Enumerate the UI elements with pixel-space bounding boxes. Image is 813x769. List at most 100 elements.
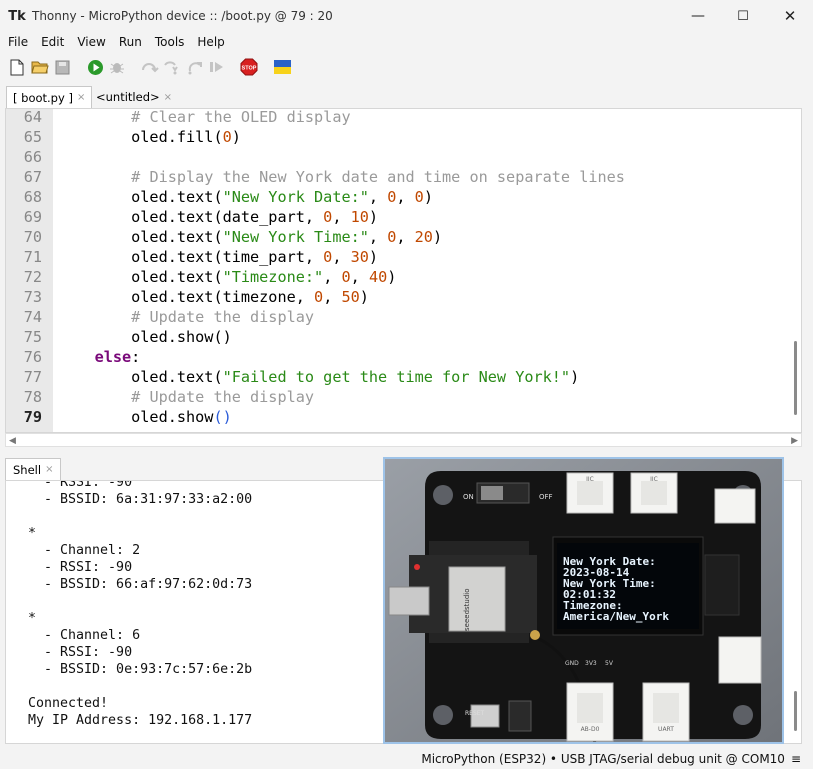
scroll-left-icon[interactable]: ◀	[9, 434, 16, 448]
window-title: Thonny - MicroPython device :: /boot.py …	[32, 9, 333, 23]
code-text: oled.text("New York Time:", 0, 20)	[58, 227, 442, 247]
open-file-icon[interactable]	[31, 58, 49, 76]
menu-tools[interactable]: Tools	[150, 35, 190, 49]
code-token: ,	[396, 188, 415, 206]
new-file-icon[interactable]	[8, 58, 26, 76]
code-token: else	[94, 348, 132, 366]
code-editor[interactable]: 64 # Clear the OLED display 65 oled.fill(…	[5, 108, 802, 433]
code-line[interactable]: 71 oled.text(time_part, 0, 30)	[6, 247, 796, 267]
interpreter-status[interactable]: MicroPython (ESP32) • USB JTAG/serial de…	[421, 752, 785, 766]
code-token: oled.show	[58, 408, 214, 426]
code-line[interactable]: 78 # Update the display	[6, 387, 796, 407]
shell-line: - RSSI: -90	[28, 480, 133, 490]
code-line[interactable]: 73 oled.text(timezone, 0, 50)	[6, 287, 796, 307]
code-token: ,	[323, 268, 342, 286]
debug-icon[interactable]	[108, 58, 126, 76]
code-line[interactable]: 76 else:	[6, 347, 796, 367]
line-number: 73	[23, 288, 42, 306]
tab-shell[interactable]: Shell ×	[5, 458, 62, 480]
tab-close-icon[interactable]: ×	[164, 92, 172, 103]
ukraine-flag-icon[interactable]	[273, 58, 291, 76]
code-text: oled.text("New York Date:", 0, 0)	[58, 187, 433, 207]
switch-on-label: ON	[463, 493, 474, 501]
shell-line: - BSSID: 0e:93:7c:57:6e:2b	[28, 662, 253, 677]
editor-scroll-thumb[interactable]	[794, 341, 797, 415]
shell-scroll-thumb[interactable]	[794, 691, 797, 731]
code-line[interactable]: 67 # Display the New York date and time …	[6, 167, 796, 187]
code-text: oled.show()	[58, 407, 232, 427]
line-number: 77	[23, 368, 42, 386]
step-into-icon[interactable]	[163, 58, 181, 76]
code-token: 0	[387, 228, 397, 246]
code-token: oled.text(	[58, 188, 223, 206]
code-token: 0	[387, 188, 397, 206]
tab-boot-py[interactable]: [ boot.py ] ×	[6, 86, 93, 108]
shell-line: *	[28, 526, 37, 541]
editor-vertical-scrollbar[interactable]	[789, 109, 801, 432]
run-icon[interactable]	[86, 58, 104, 76]
menu-edit[interactable]: Edit	[36, 35, 69, 49]
resume-icon[interactable]	[208, 58, 226, 76]
code-token: 0	[222, 128, 232, 146]
code-token: # Update the display	[131, 388, 315, 406]
code-token: 0	[314, 288, 324, 306]
code-text: # Update the display	[58, 307, 314, 327]
code-token: oled.text(time_part,	[58, 248, 324, 266]
stop-icon[interactable]: STOP	[240, 58, 258, 76]
step-over-icon[interactable]	[141, 58, 159, 76]
code-line[interactable]: 70 oled.text("New York Time:", 0, 20)	[6, 227, 796, 247]
maximize-icon[interactable]: ☐	[720, 0, 766, 32]
code-token: :	[131, 348, 141, 366]
code-token: ,	[368, 228, 388, 246]
code-token: # Display the New York date and time on …	[131, 168, 625, 186]
save-icon[interactable]	[53, 58, 71, 76]
code-token: 0	[323, 208, 333, 226]
code-line[interactable]: 68 oled.text("New York Date:", 0, 0)	[6, 187, 796, 207]
tab-close-icon[interactable]: ×	[77, 92, 85, 103]
menu-help[interactable]: Help	[192, 35, 229, 49]
code-token: oled.text(	[58, 268, 223, 286]
code-line[interactable]: 65 oled.fill(0)	[6, 127, 796, 147]
code-line[interactable]: 64 # Clear the OLED display	[6, 108, 796, 127]
scroll-right-icon[interactable]: ▶	[791, 434, 798, 448]
code-line[interactable]: 74 # Update the display	[6, 307, 796, 327]
status-menu-icon[interactable]: ≡	[791, 752, 801, 766]
menu-run[interactable]: Run	[114, 35, 147, 49]
code-line[interactable]: 77 oled.text("Failed to get the time for…	[6, 367, 796, 387]
line-number: 65	[23, 128, 42, 146]
code-line[interactable]: 66	[6, 147, 796, 167]
shell-line: Connected!	[28, 696, 109, 711]
code-token: # Clear the OLED display	[131, 108, 351, 126]
code-text: else:	[58, 347, 141, 367]
shell-line: - BSSID: 6a:31:97:33:a2:00	[28, 492, 253, 507]
code-line[interactable]: 79 oled.show()	[6, 407, 796, 427]
tab-label: <untitled>	[96, 90, 160, 104]
code-token: "New York Time:"	[222, 228, 369, 246]
shell-tab-close-icon[interactable]: ×	[45, 464, 53, 475]
status-bar[interactable]: MicroPython (ESP32) • USB JTAG/serial de…	[0, 748, 813, 769]
editor-tab-bar: [ boot.py ] × <untitled> ×	[0, 86, 813, 108]
shell-tab-label: Shell	[13, 462, 42, 477]
line-number: 76	[23, 348, 42, 366]
code-token: )	[570, 368, 580, 386]
menu-file[interactable]: File	[3, 35, 33, 49]
shell-line: - RSSI: -90	[28, 560, 133, 575]
code-token: oled.text(	[58, 228, 223, 246]
tab-untitled[interactable]: <untitled> ×	[90, 86, 178, 108]
editor-horizontal-scrollbar[interactable]: ◀ ▶	[5, 433, 802, 447]
code-text: oled.fill(0)	[58, 127, 241, 147]
minimize-icon[interactable]: —	[675, 0, 721, 32]
code-token: # Update the display	[131, 308, 315, 326]
pin-gnd-label: GND	[565, 660, 579, 667]
menu-view[interactable]: View	[72, 35, 110, 49]
code-token: 30	[350, 248, 369, 266]
code-line[interactable]: 69 oled.text(date_part, 0, 10)	[6, 207, 796, 227]
code-line[interactable]: 72 oled.text("Timezone:", 0, 40)	[6, 267, 796, 287]
code-token: 0	[414, 188, 424, 206]
code-token: )	[231, 128, 241, 146]
line-number: 75	[23, 328, 42, 346]
close-icon[interactable]: ✕	[767, 0, 813, 32]
code-line[interactable]: 75 oled.show()	[6, 327, 796, 347]
step-out-icon[interactable]	[186, 58, 204, 76]
